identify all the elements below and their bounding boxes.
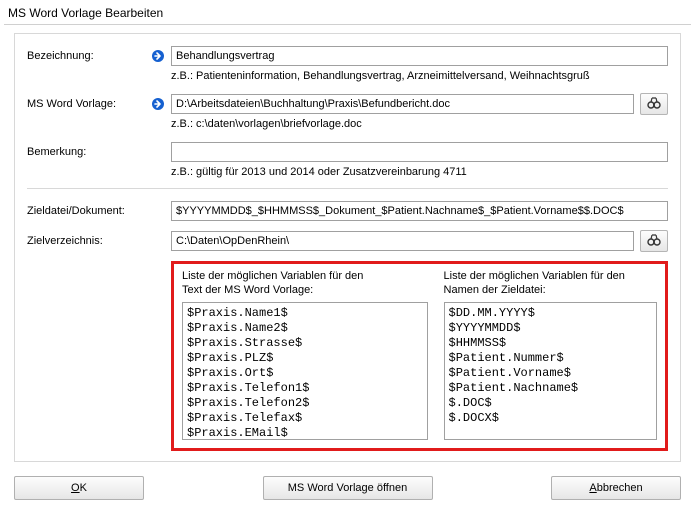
input-bemerkung[interactable] <box>171 142 668 162</box>
input-bezeichnung[interactable] <box>171 46 668 66</box>
label-bemerkung: Bemerkung: <box>27 146 151 158</box>
window-title: MS Word Vorlage Bearbeiten <box>0 0 695 24</box>
inner-divider <box>27 188 668 189</box>
cancel-button[interactable]: AbbrechenAbbrechen <box>551 476 681 500</box>
hint-vorlage: z.B.: c:\daten\vorlagen\briefvorlage.doc <box>171 118 668 130</box>
label-vorlage: MS Word Vorlage: <box>27 98 151 110</box>
input-zieldatei[interactable] <box>171 201 668 221</box>
vars-right-list[interactable]: $DD.MM.YYYY$ $YYYYMMDD$ $HHMMSS$ $Patien… <box>444 302 657 440</box>
vars-right-caption: Liste der möglichen Variablen für denNam… <box>444 270 657 298</box>
form-panel: Bezeichnung: z.B.: Patienteninformation,… <box>14 33 681 462</box>
input-zielverzeichnis[interactable] <box>171 231 634 251</box>
open-template-button[interactable]: MS Word Vorlage öffnen <box>263 476 433 500</box>
label-zielverzeichnis: Zielverzeichnis: <box>27 235 151 247</box>
browse-vorlage-button[interactable] <box>640 93 668 115</box>
label-bezeichnung: Bezeichnung: <box>27 50 151 62</box>
browse-zielverzeichnis-button[interactable] <box>640 230 668 252</box>
binoculars-icon <box>647 234 661 249</box>
arrow-right-icon <box>151 49 165 63</box>
footer-buttons: OOKK MS Word Vorlage öffnen AbbrechenAbb… <box>0 468 695 510</box>
title-divider <box>4 24 691 25</box>
input-vorlage[interactable] <box>171 94 634 114</box>
hint-bemerkung: z.B.: gültig für 2013 und 2014 oder Zusa… <box>171 166 668 178</box>
label-zieldatei: Zieldatei/Dokument: <box>27 205 151 217</box>
variables-highlight-box: Liste der möglichen Variablen für denTex… <box>171 261 668 451</box>
arrow-right-icon <box>151 97 165 111</box>
vars-left-list[interactable]: $Praxis.Name1$ $Praxis.Name2$ $Praxis.St… <box>182 302 428 440</box>
binoculars-icon <box>647 97 661 112</box>
hint-bezeichnung: z.B.: Patienteninformation, Behandlungsv… <box>171 70 668 82</box>
vars-left-caption: Liste der möglichen Variablen für denTex… <box>182 270 428 298</box>
ok-button[interactable]: OOKK <box>14 476 144 500</box>
